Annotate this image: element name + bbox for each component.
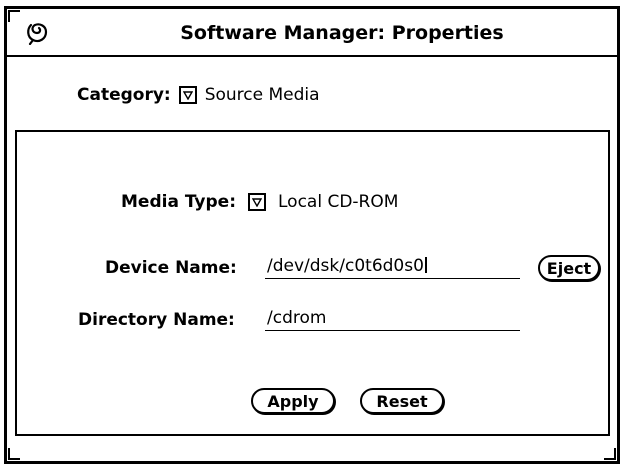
- apply-button[interactable]: Apply: [251, 388, 335, 414]
- media-type-row: Media Type: Local CD-ROM: [121, 192, 398, 212]
- device-name-label: Device Name:: [105, 258, 237, 278]
- eject-button[interactable]: Eject: [538, 255, 600, 281]
- category-row: Category: Source Media: [77, 82, 320, 108]
- text-caret: [424, 257, 427, 273]
- media-type-value: Local CD-ROM: [278, 192, 399, 212]
- directory-name-label-wrap: Directory Name:: [78, 310, 235, 330]
- reset-button[interactable]: Reset: [360, 388, 444, 414]
- resize-corner-bottom-right[interactable]: [604, 448, 616, 460]
- media-type-label: Media Type:: [121, 192, 236, 212]
- category-label: Category:: [77, 85, 171, 105]
- category-menu-button[interactable]: [178, 86, 197, 104]
- directory-name-field[interactable]: /cdrom: [265, 307, 520, 331]
- menu-triangle-icon: [252, 197, 262, 207]
- source-media-panel: Media Type: Local CD-ROM Device Name: /d…: [15, 130, 610, 436]
- device-name-field[interactable]: /dev/dsk/c0t6d0s0: [265, 255, 520, 279]
- device-name-value: /dev/dsk/c0t6d0s0: [267, 256, 424, 276]
- properties-window: Software Manager: Properties Category: S…: [4, 6, 620, 464]
- window-title: Software Manager: Properties: [180, 22, 504, 44]
- media-type-menu-button[interactable]: [248, 193, 266, 211]
- device-name-label-wrap: Device Name:: [105, 258, 237, 278]
- title-bar[interactable]: Software Manager: Properties: [7, 9, 617, 57]
- directory-name-value: /cdrom: [267, 308, 327, 328]
- category-value: Source Media: [204, 85, 320, 105]
- resize-corner-bottom-left[interactable]: [8, 448, 20, 460]
- menu-triangle-icon: [182, 90, 193, 100]
- directory-name-label: Directory Name:: [78, 310, 235, 330]
